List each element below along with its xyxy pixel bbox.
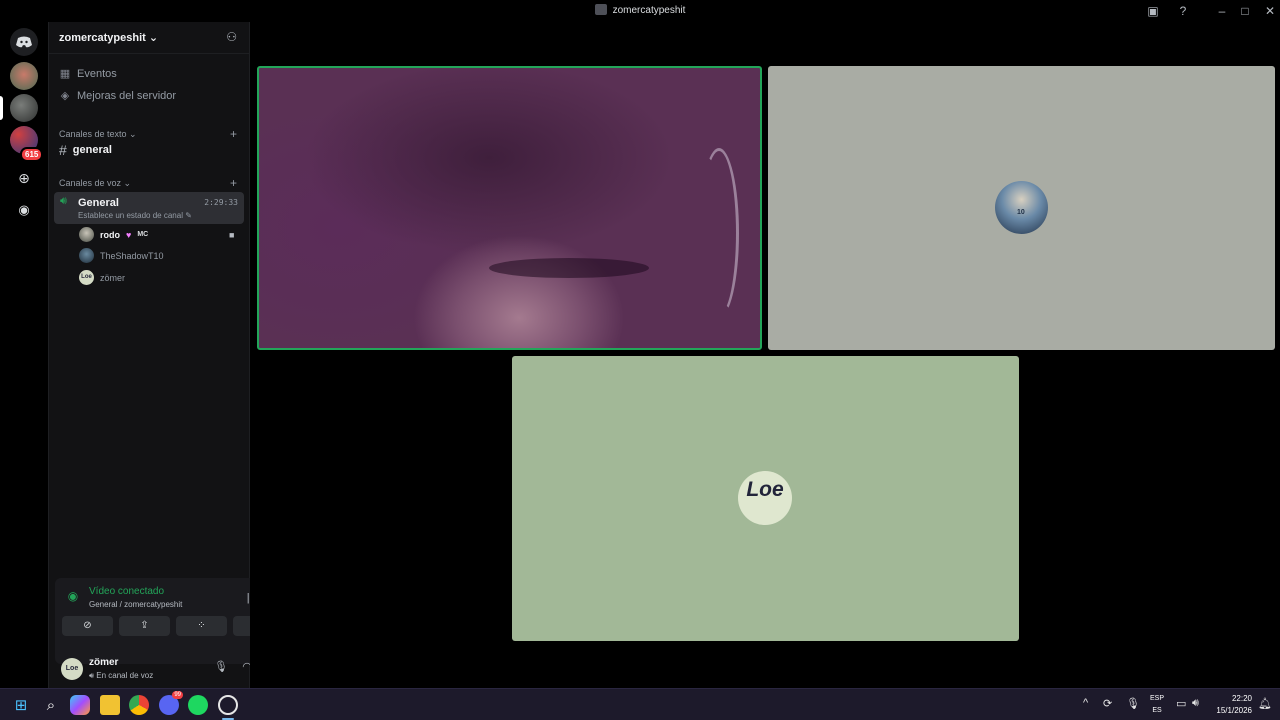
heart-icon: ♥ [126, 229, 132, 240]
obs-icon[interactable] [218, 695, 238, 715]
camera-feed-detail [489, 258, 649, 278]
chevron-down-icon: ⌄ [148, 32, 159, 44]
participant-avatar: Loe [738, 471, 792, 525]
lang-top: ESP [1150, 695, 1165, 702]
voice-member[interactable]: Loe zömer [79, 270, 125, 285]
user-avatar[interactable]: Loe [61, 658, 83, 680]
add-voice-channel-icon[interactable]: + [230, 176, 237, 190]
minimize-button[interactable]: – [1214, 3, 1230, 19]
signal-icon[interactable]: ◉ [63, 586, 83, 606]
help-icon[interactable]: ? [1175, 3, 1191, 19]
text-channel-general[interactable]: # general [59, 142, 112, 158]
mic-tray-icon[interactable]: 🎙︎ [1126, 697, 1140, 710]
speaker-icon: 🔊︎ [60, 195, 67, 207]
category-text-label: Canales de texto [59, 129, 127, 139]
category-text[interactable]: Canales de texto ⌄ + [59, 127, 241, 141]
camera-icon: ■ [229, 230, 235, 240]
screen-share-button[interactable]: ⇪ [119, 616, 170, 636]
call-duration: 2:29:33 [204, 198, 238, 207]
chevron-up-icon[interactable]: ^ [1083, 697, 1088, 709]
boost-icon: ◈ [60, 90, 70, 102]
avatar [79, 248, 94, 263]
user-panel: Loe zömer 🔊︎ En canal de voz 🎙︎ ◠ ⚙ [49, 650, 278, 688]
server-icon-current[interactable] [10, 94, 38, 122]
nav-boost-label: Mejoras del servidor [77, 89, 177, 102]
user-status-text: En canal de voz [96, 671, 154, 680]
jersey-number: 10 [1017, 209, 1025, 216]
discord-home-icon[interactable] [10, 28, 38, 56]
connection-state[interactable]: Vídeo conectado [89, 586, 164, 597]
category-voice-label: Canales de voz [59, 178, 122, 188]
lang-bottom: ES [1152, 707, 1162, 714]
member-tag: MC [137, 231, 149, 238]
video-tile-participant[interactable]: Loe [512, 356, 1019, 641]
add-channel-icon[interactable]: + [230, 127, 237, 141]
notification-badge: 99 [172, 691, 183, 699]
add-server-icon[interactable]: ⊕ [10, 164, 38, 192]
nav-events[interactable]: ▦ Eventos [59, 67, 117, 81]
window-title: zomercatypeshit [0, 4, 1280, 16]
video-tile-camera[interactable] [257, 66, 762, 350]
mic-icon[interactable]: 🎙︎ [213, 660, 229, 676]
participant-avatar: 10 [995, 181, 1048, 234]
avatar [79, 227, 94, 242]
clock[interactable]: 22:20 15/1/2026 [1216, 693, 1252, 717]
nav-server-boost[interactable]: ◈ Mejoras del servidor [59, 89, 177, 103]
selected-server-indicator [0, 96, 3, 120]
video-tile-participant[interactable]: 10 [768, 66, 1275, 350]
server-list: 615 ⊕ ◉ [0, 22, 48, 688]
voice-channel-general[interactable]: 🔊︎ General Establece un estado de canal … [54, 192, 244, 224]
taskbar: ⊞ ⌕ 99 ^ ⟳ 🎙︎ ESP ES ▭ 🔊︎ 22:20 15/1/2026 … [0, 688, 1280, 720]
network-icon[interactable]: ▭ [1176, 697, 1186, 710]
windows-start-icon[interactable]: ⊞ [11, 695, 31, 715]
title-bar: zomercatypeshit ▣ ? – □ ✕ [0, 0, 1280, 22]
voice-member[interactable]: TheShadowT10 [79, 248, 164, 263]
calendar-icon: ▦ [59, 68, 71, 80]
camera-feed-headphones [699, 148, 739, 318]
discover-icon[interactable]: ◉ [10, 196, 38, 224]
member-name: rodo [100, 229, 120, 240]
copilot-icon[interactable] [70, 695, 90, 715]
mention-badge: 615 [20, 147, 44, 162]
voice-channel-name: General [78, 197, 119, 209]
user-status: 🔊︎ En canal de voz [89, 671, 154, 680]
server-name: zomercatypeshit [59, 32, 146, 44]
app-icon [594, 4, 607, 15]
member-name: zömer [100, 272, 126, 283]
video-stage: 10 Loe [250, 22, 1280, 688]
inbox-icon[interactable]: ▣ [1145, 3, 1161, 19]
spotify-icon[interactable] [188, 695, 208, 715]
user-name[interactable]: zömer [89, 657, 118, 668]
channel-status-text: Establece un estado de canal [78, 211, 183, 220]
text-channel-label: general [72, 144, 112, 156]
channel-status[interactable]: Establece un estado de canal ✎ [78, 211, 192, 220]
camera-off-button[interactable]: ⊘ [62, 616, 113, 636]
voice-member[interactable]: rodo ♥ MC [79, 227, 148, 242]
notifications-icon[interactable]: 🔔︎ [1258, 697, 1272, 710]
search-icon[interactable]: ⌕ [41, 695, 61, 715]
nav-events-label: Eventos [77, 67, 117, 80]
clock-date: 15/1/2026 [1216, 706, 1252, 715]
sync-icon[interactable]: ⟳ [1103, 697, 1112, 710]
invite-icon[interactable]: ⚇ [226, 30, 237, 44]
activities-button[interactable]: ⁘ [176, 616, 227, 636]
server-icon[interactable] [10, 62, 38, 90]
file-explorer-icon[interactable] [100, 695, 120, 715]
server-header[interactable]: zomercatypeshit ⌄ ⚇ [49, 22, 249, 54]
avatar: Loe [79, 270, 94, 285]
close-button[interactable]: ✕ [1262, 3, 1278, 19]
window-title-text: zomercatypeshit [612, 5, 686, 16]
connection-location[interactable]: General / zomercatypeshit [89, 600, 182, 609]
maximize-button[interactable]: □ [1237, 3, 1253, 19]
chrome-icon[interactable] [129, 695, 149, 715]
hash-icon: # [59, 142, 67, 158]
language-indicator[interactable]: ESP ES [1150, 693, 1164, 717]
discord-taskbar-icon[interactable]: 99 [159, 691, 183, 715]
volume-icon[interactable]: 🔊︎ [1192, 697, 1199, 710]
channel-sidebar: zomercatypeshit ⌄ ⚇ ▦ Eventos ◈ Mejoras de… [48, 22, 293, 688]
clock-time: 22:20 [1231, 694, 1252, 703]
member-name: TheShadowT10 [100, 250, 164, 261]
category-voice[interactable]: Canales de voz ⌄ + [59, 176, 241, 190]
